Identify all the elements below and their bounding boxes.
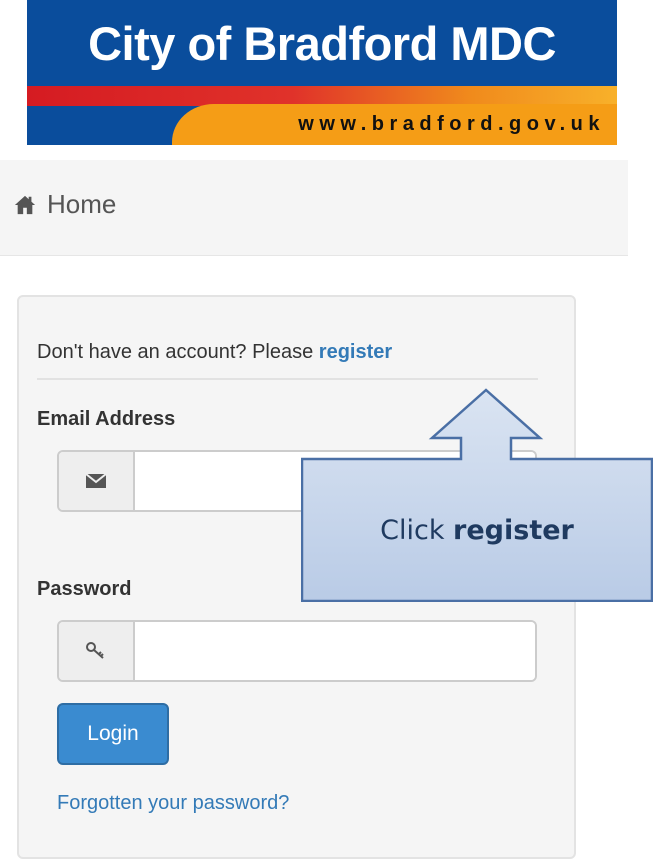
banner-url: www.bradford.gov.uk bbox=[298, 113, 605, 135]
breadcrumb: Home bbox=[0, 160, 628, 256]
register-prompt: Don't have an account? Please register bbox=[37, 341, 538, 380]
banner-stripe bbox=[27, 86, 617, 106]
register-prompt-text: Don't have an account? Please bbox=[37, 341, 319, 363]
site-banner[interactable]: City of Bradford MDC www.bradford.gov.uk bbox=[27, 0, 617, 145]
password-field[interactable] bbox=[135, 622, 535, 680]
callout-text: Click register bbox=[302, 459, 652, 601]
home-icon bbox=[14, 195, 36, 214]
banner-url-strip: www.bradford.gov.uk bbox=[172, 104, 617, 145]
password-label: Password bbox=[37, 578, 132, 600]
breadcrumb-home-label: Home bbox=[47, 189, 117, 219]
banner-title: City of Bradford MDC bbox=[88, 17, 556, 70]
email-label: Email Address bbox=[37, 408, 176, 430]
forgot-password-link[interactable]: Forgotten your password? bbox=[57, 792, 289, 815]
password-addon bbox=[59, 622, 135, 680]
email-addon bbox=[59, 452, 135, 510]
breadcrumb-home-link[interactable]: Home bbox=[14, 189, 116, 220]
envelope-icon bbox=[86, 474, 106, 488]
password-input-group bbox=[57, 620, 537, 682]
key-icon bbox=[86, 642, 104, 659]
login-button[interactable]: Login bbox=[57, 703, 169, 765]
callout-emphasis: register bbox=[453, 514, 574, 546]
register-link[interactable]: register bbox=[319, 341, 392, 363]
callout-prefix: Click bbox=[380, 514, 454, 546]
